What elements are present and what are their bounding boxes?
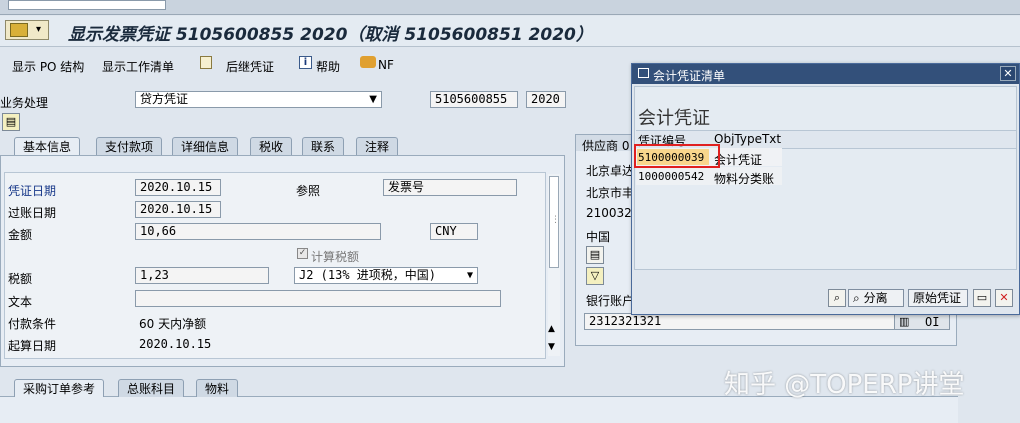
document-icon: ▤	[589, 248, 601, 261]
command-field[interactable]	[8, 0, 166, 10]
vendor-title: 供应商 0	[582, 139, 630, 153]
expand-button[interactable]: ▤	[2, 113, 20, 131]
menu-button[interactable]: ▾	[5, 20, 49, 40]
toolbar-po-structure[interactable]: 显示 PO 结构	[12, 58, 84, 75]
oi-button[interactable]: ▥ OI	[894, 313, 950, 330]
menu-icon	[10, 23, 28, 37]
payment-terms-label: 付款条件	[8, 317, 57, 331]
tab-gl-account[interactable]: 总账科目	[118, 379, 185, 397]
tab-details[interactable]: 详细信息	[172, 137, 239, 155]
text-field[interactable]	[135, 290, 501, 307]
baseline-value: 2020.10.15	[139, 337, 212, 351]
scroll-up-icon[interactable]: ▲	[548, 324, 555, 334]
page-title: 显示发票凭证 5105600855 2020（取消 5105600851 202…	[68, 25, 593, 45]
tax-label: 税额	[8, 272, 33, 286]
transaction-select[interactable]: 贷方凭证 ▼	[135, 91, 382, 108]
calc-tax-label: 计算税额	[311, 250, 360, 264]
popup-title: 会计凭证清单	[653, 69, 726, 83]
bank-field[interactable]: 2312321321	[584, 313, 896, 330]
panel-inner	[4, 172, 546, 359]
scroll-down-icon[interactable]: ▼	[548, 342, 555, 352]
original-doc-button[interactable]: 原始凭证	[908, 289, 968, 307]
tab-material[interactable]: 物料	[196, 379, 239, 397]
toolbar-nf[interactable]: NF	[378, 58, 394, 72]
reference-field[interactable]: 发票号	[383, 179, 517, 196]
tab-contact[interactable]: 联系	[302, 137, 345, 155]
vendor-line2: 北京市丰	[586, 186, 635, 200]
amount-label: 金额	[8, 228, 33, 242]
popup-close-button[interactable]: ✕	[1000, 66, 1016, 81]
vendor-country: 中国	[586, 230, 611, 244]
info-icon: i	[299, 56, 312, 69]
payment-terms-value: 60 天内净额	[139, 317, 207, 331]
chevron-down-icon: ▼	[369, 94, 377, 105]
close-icon: ✕	[1003, 67, 1013, 80]
close-icon: ✕	[999, 291, 1009, 304]
vendor-line1: 北京卓达	[586, 164, 635, 178]
popup-cancel-button[interactable]: ✕	[995, 289, 1013, 307]
year-field[interactable]: 2020	[526, 91, 566, 108]
vendor-detail-button[interactable]: ▤	[586, 246, 604, 264]
column-objtype[interactable]: ObjTypeTxt	[714, 132, 781, 146]
popup-window-icon	[638, 68, 649, 78]
doc-date-field[interactable]: 2020.10.15	[135, 179, 221, 196]
doc-number-field[interactable]: 5105600855	[430, 91, 518, 108]
vendor-extra-button[interactable]: ▽	[586, 267, 604, 285]
vendor-line3: 210032	[586, 206, 632, 220]
followon-icon	[200, 56, 212, 69]
bank-label: 银行账户	[586, 294, 635, 308]
chevron-down-icon: ▼	[466, 270, 473, 281]
tax-code-select[interactable]: J2 (13% 进项税，中国) ▼	[294, 267, 478, 284]
currency-field[interactable]: CNY	[430, 223, 478, 240]
row2-doc-number[interactable]: 1000000542	[638, 170, 704, 183]
highlight-box	[634, 144, 720, 168]
popup-print-button[interactable]: ▭	[973, 289, 991, 307]
splitter-handle[interactable]: ⋮	[551, 215, 560, 225]
tax-field[interactable]: 1,23	[135, 267, 269, 284]
baseline-label: 起算日期	[8, 339, 57, 353]
text-label: 文本	[8, 295, 33, 309]
tab-tax[interactable]: 税收	[250, 137, 293, 155]
tab-payment[interactable]: 支付款项	[96, 137, 163, 155]
toolbar-help[interactable]: 帮助	[316, 58, 340, 75]
split-button[interactable]: ⌕ 分离	[848, 289, 904, 307]
nf-icon	[360, 56, 376, 68]
toolbar-follow-on[interactable]: 后继凭证	[226, 58, 274, 75]
popup-heading: 会计凭证	[638, 108, 710, 129]
grid-icon: ▥	[899, 315, 910, 328]
filter-icon: ▽	[590, 269, 600, 282]
expand-icon: ▤	[5, 115, 17, 128]
tab-notes[interactable]: 注释	[356, 137, 399, 155]
toolbar-worklist[interactable]: 显示工作清单	[102, 58, 174, 75]
watermark: 知乎 @TOPERP讲堂	[724, 370, 965, 400]
calc-tax-checkbox[interactable]: ✓	[297, 248, 308, 259]
search-icon: ⌕	[833, 291, 841, 304]
posting-date-field[interactable]: 2020.10.15	[135, 201, 221, 218]
tab-basic[interactable]: 基本信息	[14, 137, 81, 155]
doc-date-label: 凭证日期	[8, 184, 57, 198]
amount-field[interactable]: 10,66	[135, 223, 381, 240]
reference-label: 参照	[296, 184, 321, 198]
tab-po-reference[interactable]: 采购订单参考	[14, 379, 105, 397]
transaction-label: 业务处理	[0, 96, 49, 110]
print-icon: ▭	[976, 291, 988, 304]
chevron-down-icon: ▾	[36, 24, 42, 35]
posting-date-label: 过账日期	[8, 206, 57, 220]
row2-type: 物料分类账	[714, 172, 775, 186]
popup-find-button[interactable]: ⌕	[828, 289, 846, 307]
row1-type: 会计凭证	[714, 153, 763, 167]
search-plus-icon: ⌕	[853, 291, 860, 305]
